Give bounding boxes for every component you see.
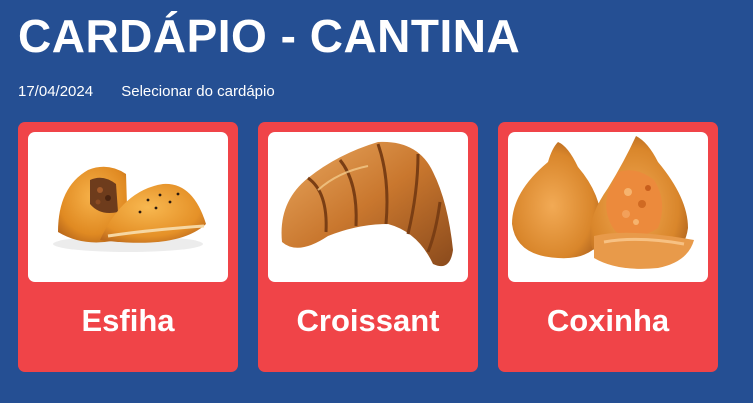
menu-cards: Esfiha Croissant Coxinha [18, 122, 718, 372]
coxinha-image [508, 132, 708, 282]
subheader: 17/04/2024 Selecionar do cardápio [18, 83, 275, 101]
menu-item-name: Coxinha [546, 303, 670, 338]
coxinha-illustration [512, 136, 694, 269]
croissant-illustration [281, 141, 453, 267]
menu-item-name: Croissant [296, 303, 440, 338]
page-title: CARDÁPIO - CANTINA [18, 10, 521, 62]
select-from-menu-link[interactable]: Selecionar do cardápio [121, 83, 274, 101]
menu-card-croissant[interactable]: Croissant [258, 122, 478, 372]
menu-item-name: Esfiha [81, 303, 175, 338]
croissant-image [268, 132, 468, 282]
menu-card-coxinha[interactable]: Coxinha [498, 122, 718, 372]
esfiha-image [28, 132, 228, 282]
menu-card-esfiha[interactable]: Esfiha [18, 122, 238, 372]
menu-date: 17/04/2024 [18, 83, 94, 100]
esfiha-illustration [53, 166, 206, 252]
